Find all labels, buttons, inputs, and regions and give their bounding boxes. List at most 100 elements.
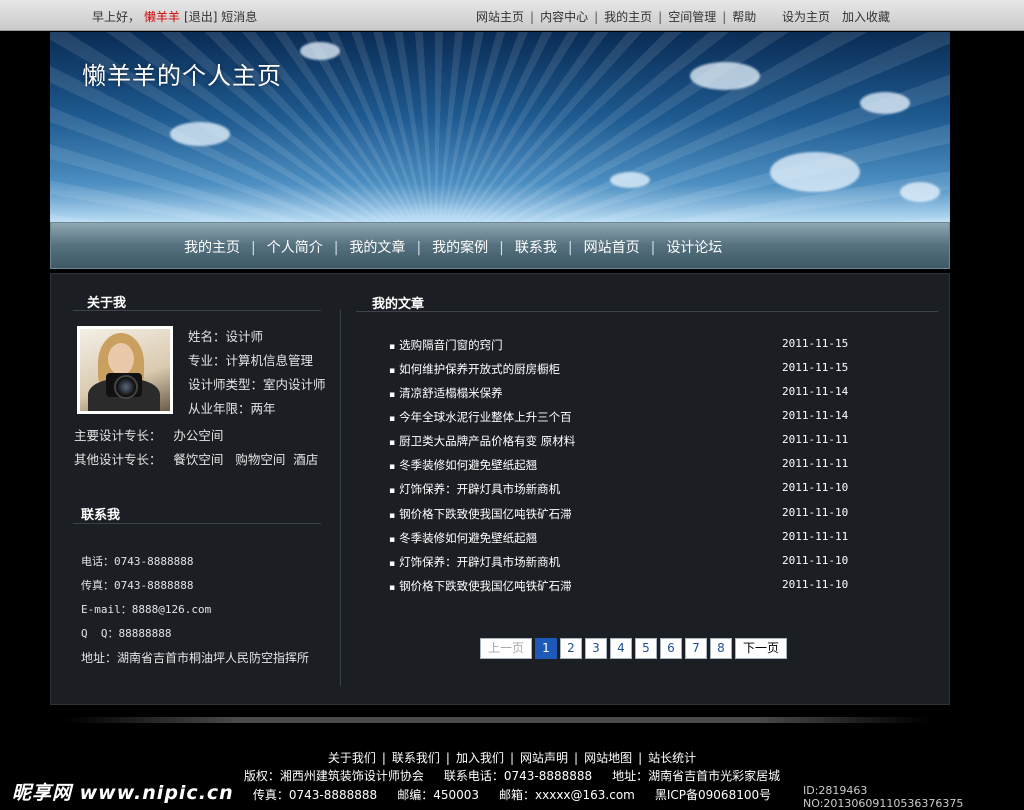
footer-link-stats[interactable]: 站长统计 [648, 751, 696, 765]
divider: | [530, 10, 535, 24]
article-row[interactable]: 灯饰保养：开辟灯具市场新商机 2011-11-10 [389, 554, 859, 574]
article-row[interactable]: 冬季装修如何避免壁纸起翘 2011-11-11 [389, 457, 859, 477]
top-link-site-home[interactable]: 网站主页 [476, 10, 524, 24]
article-title[interactable]: 钢价格下跌致使我国亿吨铁矿石滞 [389, 506, 572, 522]
article-date: 2011-11-15 [782, 337, 849, 350]
nav-item-profile[interactable]: 个人简介 | [267, 237, 350, 257]
article-row[interactable]: 灯饰保养：开辟灯具市场新商机 2011-11-10 [389, 481, 859, 501]
add-bookmark-link[interactable]: 加入收藏 [842, 10, 890, 24]
article-date: 2011-11-14 [782, 409, 849, 422]
page-button-2[interactable]: 2 [560, 638, 582, 659]
nav-label: 我的文章 [349, 240, 406, 256]
page-button-5[interactable]: 5 [635, 638, 657, 659]
footer-icp[interactable]: 黑ICP备09068100号 [655, 788, 771, 802]
about-other-specialty: 其他设计专长： 餐饮空间 购物空间 酒店 [74, 452, 319, 467]
article-date: 2011-11-11 [782, 457, 849, 470]
site-title: 懒羊羊的个人主页 [82, 62, 282, 90]
top-links: 网站主页 | 内容中心 | 我的主页 | 空间管理 | 帮助 [476, 8, 756, 25]
article-title[interactable]: 钢价格下跌致使我国亿吨铁矿石滞 [389, 578, 572, 594]
articles-heading-underline [356, 311, 938, 312]
article-title[interactable]: 灯饰保养：开辟灯具市场新商机 [389, 554, 560, 570]
nav-item-forum[interactable]: 设计论坛 [666, 237, 722, 257]
article-date: 2011-11-10 [782, 506, 849, 519]
contact-heading: 联系我 [81, 508, 121, 523]
contact-email[interactable]: E-mail：8888@126.com [81, 601, 211, 617]
page-button-3[interactable]: 3 [585, 638, 607, 659]
article-row[interactable]: 厨卫类大品牌产品价格有变 原材料 2011-11-11 [389, 433, 859, 453]
footer-link-statement[interactable]: 网站声明 [520, 751, 568, 765]
nav-label: 网站首页 [583, 240, 640, 256]
set-homepage-link[interactable]: 设为主页 [782, 10, 830, 24]
user-greeting: 早上好， 懒羊羊 [退出] 短消息 [92, 8, 257, 25]
article-title[interactable]: 如何维护保养开放式的厨房橱柜 [389, 361, 560, 377]
article-date: 2011-11-10 [782, 554, 849, 567]
contact-address: 地址：湖南省吉首市桐油坪人民防空指挥所 [81, 651, 310, 665]
prev-page-button[interactable]: 上一页 [480, 638, 532, 659]
divider: | [594, 10, 599, 24]
divider: | [722, 10, 727, 24]
divider: | [574, 751, 579, 765]
footer-link-about[interactable]: 关于我们 [328, 751, 376, 765]
about-designer-type: 设计师类型：室内设计师 [188, 377, 326, 392]
nav-item-site-home[interactable]: 网站首页 | [584, 237, 667, 257]
top-link-help[interactable]: 帮助 [732, 10, 756, 24]
top-link-space-admin[interactable]: 空间管理 [668, 10, 716, 24]
banner-light-spot [900, 182, 940, 202]
footer-address: 地址：湖南省吉首市光彩家居城 [612, 769, 781, 783]
username-link[interactable]: 懒羊羊 [144, 10, 180, 24]
article-row[interactable]: 钢价格下跌致使我国亿吨铁矿石滞 2011-11-10 [389, 506, 859, 526]
nav-label: 设计论坛 [666, 240, 723, 256]
footer-link-sitemap[interactable]: 网站地图 [584, 751, 632, 765]
footer-copyright: 版权：湘西州建筑装饰设计师协会 [243, 769, 424, 783]
footer-link-contact[interactable]: 联系我们 [392, 751, 440, 765]
article-row[interactable]: 如何维护保养开放式的厨房橱柜 2011-11-15 [389, 361, 859, 381]
nav-item-my-home[interactable]: 我的主页 | [184, 237, 267, 257]
nav-label: 联系我 [514, 240, 557, 256]
nav-item-cases[interactable]: 我的案例 | [432, 237, 515, 257]
contact-qq: Q Q：88888888 [81, 627, 172, 640]
footer-postcode: 邮编：450003 [397, 788, 480, 802]
footer-link-join[interactable]: 加入我们 [456, 751, 504, 765]
page-button-6[interactable]: 6 [660, 638, 682, 659]
article-title[interactable]: 灯饰保养：开辟灯具市场新商机 [389, 481, 560, 497]
next-page-button[interactable]: 下一页 [735, 638, 787, 659]
contact-heading-underline [73, 523, 321, 524]
divider: | [650, 240, 656, 256]
nav-item-contact[interactable]: 联系我 | [515, 237, 584, 257]
header-banner: 懒羊羊的个人主页 [50, 32, 950, 222]
article-row[interactable]: 选购隔音门窗的窍门 2011-11-15 [389, 337, 859, 357]
main-content: 关于我 姓名：设计师 专业：计算机信息管理 设计师类型：室内设计师 从业年限：两… [50, 273, 950, 705]
article-row[interactable]: 冬季装修如何避免壁纸起翘 2011-11-11 [389, 530, 859, 550]
nav-item-articles[interactable]: 我的文章 | [349, 237, 432, 257]
contact-phone: 电话：0743-8888888 [81, 555, 194, 568]
page-button-1[interactable]: 1 [535, 638, 557, 659]
article-row[interactable]: 钢价格下跌致使我国亿吨铁矿石滞 2011-11-10 [389, 578, 859, 598]
top-link-my-home[interactable]: 我的主页 [604, 10, 652, 24]
page-button-7[interactable]: 7 [685, 638, 707, 659]
top-link-content-center[interactable]: 内容中心 [540, 10, 588, 24]
page-button-4[interactable]: 4 [610, 638, 632, 659]
article-title[interactable]: 清凉舒适榻榻米保养 [389, 385, 503, 401]
article-title[interactable]: 今年全球水泥行业整体上升三个百 [389, 409, 572, 425]
greeting-text: 早上好， [92, 10, 141, 24]
article-row[interactable]: 今年全球水泥行业整体上升三个百 2011-11-14 [389, 409, 859, 429]
article-date: 2011-11-10 [782, 481, 849, 494]
messages-link[interactable]: 短消息 [221, 10, 257, 24]
banner-light-spot [610, 172, 650, 188]
avatar [77, 326, 173, 414]
article-row[interactable]: 清凉舒适榻榻米保养 2011-11-14 [389, 385, 859, 405]
banner-light-spot [770, 152, 860, 192]
article-title[interactable]: 选购隔音门窗的窍门 [389, 337, 503, 353]
article-title[interactable]: 厨卫类大品牌产品价格有变 原材料 [389, 433, 575, 449]
about-years: 从业年限：两年 [188, 401, 276, 416]
article-title[interactable]: 冬季装修如何避免壁纸起翘 [389, 457, 537, 473]
footer-email: 邮箱：xxxxx@163.com [499, 788, 635, 802]
footer-divider [65, 717, 929, 723]
page-button-8[interactable]: 8 [710, 638, 732, 659]
logout-link[interactable]: [退出] [184, 10, 217, 24]
about-major: 专业：计算机信息管理 [188, 353, 314, 368]
divider: | [509, 751, 515, 765]
article-title[interactable]: 冬季装修如何避免壁纸起翘 [389, 530, 537, 546]
footer-phone: 联系电话：0743-8888888 [443, 769, 593, 783]
watermark-id: ID:2819463 NO:20130609110536376375 [803, 784, 964, 810]
